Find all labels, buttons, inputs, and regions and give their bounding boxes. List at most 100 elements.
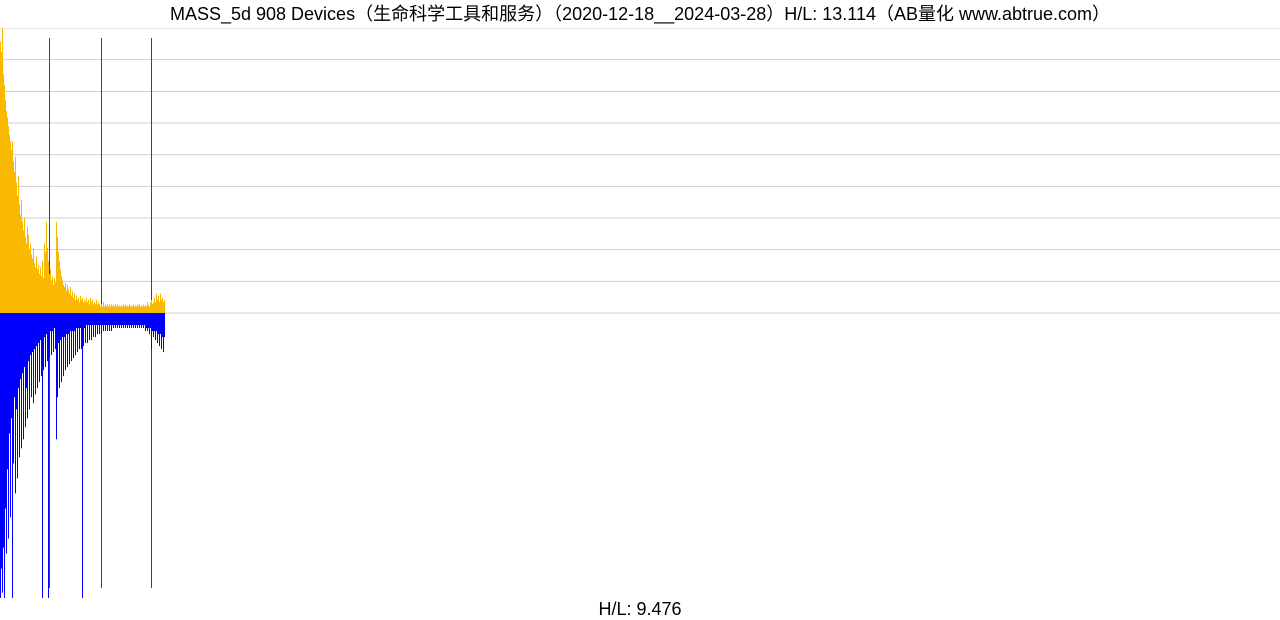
lower-bar [129,313,130,328]
upper-bar [55,283,56,313]
lower-bar [158,313,159,334]
upper-bar [139,304,140,313]
upper-bar [107,304,108,313]
upper-bar [49,274,50,313]
upper-bar [159,302,160,313]
lower-bar [145,313,146,331]
lower-bar [70,313,71,331]
lower-bar [44,313,45,337]
upper-bar [21,200,22,313]
lower-bar [13,313,14,463]
upper-bar [47,248,48,313]
upper-bar [12,141,13,313]
lower-bar [12,313,13,598]
upper-bar [33,248,34,313]
lower-bar [45,313,46,367]
upper-bar [135,305,136,313]
lower-bar [16,313,17,409]
lower-bar [142,313,143,325]
lower-bar [84,313,85,328]
upper-bar [162,298,163,313]
upper-bar [112,306,113,313]
upper-bar [81,300,82,313]
upper-bar [26,243,27,313]
lower-bar [135,313,136,328]
upper-bar [147,302,148,313]
lower-bar [77,313,78,352]
upper-bar [62,280,63,313]
upper-bar [86,298,87,313]
upper-bar [148,305,149,313]
lower-bar [160,313,161,334]
upper-bar [96,300,97,313]
lower-bar [103,313,104,331]
lower-bar [48,313,49,598]
upper-bar [163,302,164,313]
upper-bar [69,293,70,313]
upper-bar [74,293,75,313]
lower-bar [164,313,165,337]
upper-bar [44,243,45,313]
lower-bar [127,313,128,328]
lower-bar [106,313,107,325]
upper-bar [128,306,129,313]
lower-bar [10,313,11,518]
lower-bar [133,313,134,328]
lower-bar [149,313,150,334]
upper-bar [97,304,98,313]
lower-bar [123,313,124,328]
lower-bar [96,313,97,325]
upper-bar [42,261,43,313]
upper-bar [144,306,145,313]
upper-bar [5,100,6,313]
upper-bar [1,52,2,313]
lower-bar [28,313,29,361]
upper-bar [76,296,77,313]
upper-bar [58,252,59,313]
lower-bar [90,313,91,325]
upper-bar [92,300,93,313]
upper-bar [13,161,14,313]
lower-bar [74,313,75,331]
lower-bar [85,313,86,343]
upper-bar [141,305,142,313]
upper-bar [93,304,94,313]
lower-bar [3,313,4,548]
lower-bar [80,313,81,328]
lower-bar [86,313,87,325]
lower-bar [140,313,141,325]
upper-bar [46,222,47,313]
chart-plot-area [0,28,1280,598]
lower-bar [131,313,132,328]
upper-bar [156,293,157,313]
upper-bar [131,305,132,313]
upper-bar [88,300,89,313]
upper-bar [19,204,20,313]
lower-bar [132,313,133,325]
upper-bar [34,263,35,313]
lower-bar [82,313,83,598]
upper-bar [60,270,61,313]
upper-bar [77,300,78,313]
lower-bar [8,313,9,539]
lower-bar [61,313,62,382]
lower-bar [23,313,24,439]
upper-bar [102,306,103,313]
upper-bar [70,287,71,313]
upper-bar [103,302,104,313]
upper-bar [83,302,84,313]
upper-bar [43,278,44,313]
upper-bar [142,306,143,313]
lower-bar [43,313,44,370]
lower-bar [94,313,95,325]
upper-bar [140,306,141,313]
upper-bar [29,250,30,313]
chart-footer: H/L: 9.476 [0,599,1280,620]
upper-bar [160,293,161,313]
upper-bar [138,306,139,313]
upper-bar [110,306,111,313]
lower-bar [126,313,127,325]
upper-bar [24,217,25,313]
upper-bar [4,85,5,313]
upper-bar [37,270,38,313]
